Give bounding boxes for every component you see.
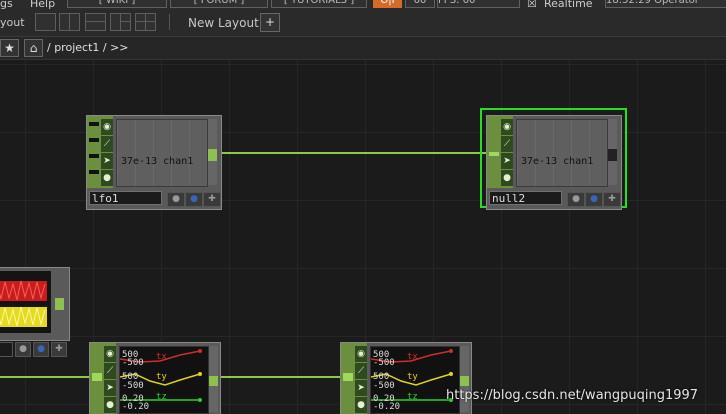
render-icon[interactable]: ➤ (101, 153, 113, 170)
wiki-button[interactable]: [ WIKI ] (67, 0, 167, 8)
bypass-icon[interactable]: ⟋ (501, 136, 513, 153)
clone-icon[interactable]: ● (33, 342, 49, 357)
toolbar-divider (169, 14, 170, 30)
y-label: -500 (122, 381, 144, 391)
tutorials-button[interactable]: [ TUTORIALS ] (271, 0, 367, 8)
bypass-icon[interactable]: ⟋ (101, 136, 113, 153)
node-channel: chan1 (563, 156, 594, 167)
transform-chop-b[interactable]: ◉ ⟋ ➤ ● 500 -500 500 -500 0.20 -0.20 tx … (340, 342, 472, 414)
clone-icon[interactable]: ● (585, 192, 603, 207)
node-value: 37e-13 (121, 156, 158, 167)
menu-item-gs[interactable]: gs (0, 0, 13, 10)
output-connector[interactable] (209, 346, 218, 412)
render-icon[interactable]: ➤ (104, 380, 116, 397)
wire-into-chop-a[interactable] (0, 376, 90, 378)
home-icon[interactable]: ⌂ (24, 39, 43, 57)
noise-viewer (0, 271, 51, 333)
clone-icon[interactable]: ● (185, 192, 203, 207)
node-channel: chan1 (163, 156, 194, 167)
channel-ty-label: ty (156, 372, 167, 382)
output-connector[interactable] (55, 298, 64, 310)
layout-quad-button[interactable] (135, 13, 156, 31)
dot-icon[interactable]: ● (15, 342, 31, 357)
lfo1-node[interactable]: ◉ ⟋ ➤ ● 37e-13 chan1 lfo1 ● ● ✚ (86, 115, 222, 210)
wire-lfo1-null2[interactable] (220, 152, 490, 154)
node-flag-column: ◉ ⟋ ➤ ● (501, 119, 513, 187)
cook-icon[interactable]: ● (355, 397, 367, 414)
wire-chop-a-chop-b[interactable] (218, 376, 342, 378)
menu-item-help[interactable]: Help (30, 0, 55, 10)
viewer-icon[interactable]: ◉ (501, 119, 513, 136)
cook-icon[interactable]: ● (104, 397, 116, 414)
node-name[interactable]: lfo1 (89, 191, 162, 205)
node-viewer: 37e-13 chan1 (516, 119, 608, 187)
transform-chop-a[interactable]: ◉ ⟋ ➤ ● 500 -500 500 -500 0.20 -0.20 tx … (89, 342, 221, 414)
layout-single-button[interactable] (35, 13, 56, 31)
bypass-icon[interactable]: ⟋ (104, 363, 116, 380)
new-layout-label: New Layout (188, 16, 259, 30)
chop-viewer: 500 -500 500 -500 0.20 -0.20 tx ty tz (119, 346, 209, 414)
layout-toolbar: yout New Layout + (0, 10, 726, 37)
render-icon[interactable]: ➤ (355, 380, 367, 397)
y-label: -500 (373, 381, 395, 391)
node-viewer: 37e-13 chan1 (116, 119, 208, 187)
node-name[interactable]: null2 (489, 191, 562, 205)
output-connector[interactable] (608, 119, 617, 185)
noise-graph (0, 280, 47, 327)
breadcrumb[interactable]: / project1 / >> (47, 41, 129, 54)
channel-tx-label: tx (156, 352, 167, 362)
null2-node[interactable]: ◉ ⟋ ➤ ● 37e-13 chan1 null2 ● ● ✚ (486, 115, 622, 210)
fps-display: FPS: 60 (437, 0, 520, 8)
forum-button[interactable]: [ FORUM ] (170, 0, 268, 8)
menu-bar: gs Help [ WIKI ] [ FORUM ] [ TUTORIALS ]… (0, 0, 726, 10)
y-label: -500 (122, 358, 144, 368)
layout-hsplit-button[interactable] (85, 13, 106, 31)
plus-icon[interactable]: ✚ (51, 342, 67, 357)
cook-icon[interactable]: ● (501, 170, 513, 187)
layout-label: yout (0, 16, 25, 29)
watermark: https://blog.csdn.net/wangpuqing1997 (446, 388, 699, 403)
add-layout-button[interactable]: + (260, 13, 280, 32)
realtime-checkbox[interactable]: ☒ (527, 0, 537, 10)
channel-tz-label: tz (407, 392, 418, 402)
viewer-icon[interactable]: ◉ (104, 346, 116, 363)
clock-display: 18:52:29 Operator (605, 0, 726, 8)
output-connector[interactable] (208, 119, 217, 185)
y-label: -500 (373, 358, 395, 368)
star-icon[interactable]: ★ (0, 39, 19, 57)
network-editor[interactable]: ◉ ⟋ ➤ ● 37e-13 chan1 lfo1 ● ● ✚ ◉ ⟋ ➤ ● … (0, 60, 726, 414)
bypass-icon[interactable]: ⟋ (355, 363, 367, 380)
perform-toggle-button[interactable]: O|I (373, 0, 402, 8)
viewer-icon[interactable]: ◉ (101, 119, 113, 136)
y-label: -0.20 (373, 402, 401, 412)
layout-three-button[interactable] (110, 13, 131, 31)
channel-tz-label: tz (156, 392, 167, 402)
y-label: -0.20 (122, 402, 150, 412)
channel-ty-label: ty (407, 372, 418, 382)
channel-tx-label: tx (407, 352, 418, 362)
path-bar: ★ ⌂ / project1 / >> (0, 37, 726, 60)
layout-vsplit-button[interactable] (59, 13, 80, 31)
plus-icon[interactable]: ✚ (203, 192, 221, 207)
realtime-label: Realtime (544, 0, 593, 10)
node-flag-column: ◉ ⟋ ➤ ● (101, 119, 113, 187)
dot-icon[interactable]: ● (167, 192, 185, 207)
fps-field[interactable]: 60 (405, 0, 435, 8)
plus-icon[interactable]: ✚ (603, 192, 621, 207)
render-icon[interactable]: ➤ (501, 153, 513, 170)
viewer-icon[interactable]: ◉ (355, 346, 367, 363)
chop-viewer: 500 -500 500 -500 0.20 -0.20 tx ty tz (370, 346, 460, 414)
dot-icon[interactable]: ● (567, 192, 585, 207)
noise-node[interactable]: ● ● ✚ (0, 267, 70, 357)
node-value: 37e-13 (521, 156, 558, 167)
cook-icon[interactable]: ● (101, 170, 113, 187)
